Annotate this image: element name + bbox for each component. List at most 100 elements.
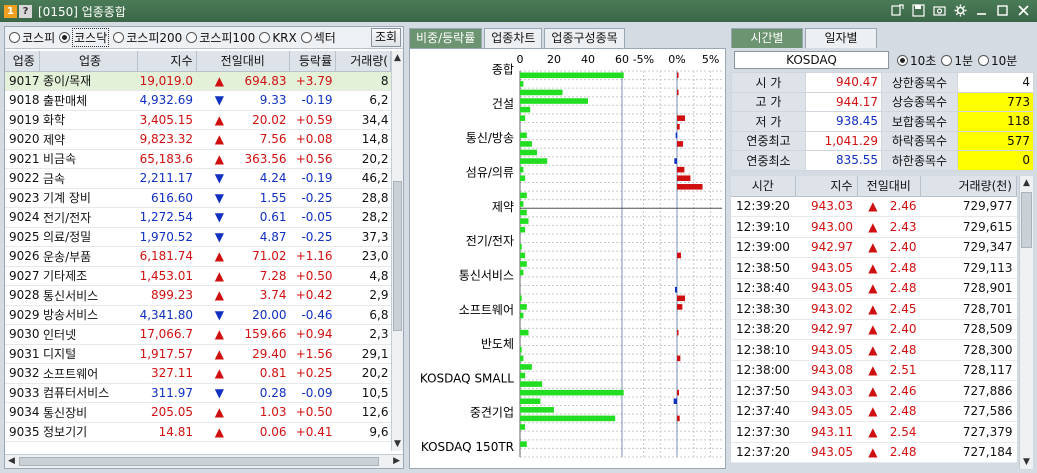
sector-row[interactable]: 9030 인터넷 17,066.7 ▲ 159.66 +0.94 2,3: [5, 324, 391, 345]
sector-change: 694.83: [242, 71, 290, 91]
header-index[interactable]: 지수: [137, 51, 197, 72]
tick-row[interactable]: 12:39:10 943.00 ▲ 2.43 729,615: [731, 216, 1017, 238]
sector-horizontal-scrollbar[interactable]: ◀ ▶: [5, 454, 403, 468]
sector-row[interactable]: 9021 비금속 65,183.6 ▲ 363.56 +0.56 20,2: [5, 149, 391, 169]
sector-row[interactable]: 9017 종이/목재 19,019.0 ▲ 694.83 +3.79 8: [5, 71, 391, 91]
tick-row[interactable]: 12:37:30 943.11 ▲ 2.54 727,379: [731, 421, 1017, 443]
sector-vertical-scrollbar[interactable]: ▲ ▼: [391, 51, 403, 451]
sector-row[interactable]: 9028 통신서비스 899.23 ▲ 3.74 +0.42 2,9: [5, 285, 391, 306]
sector-row[interactable]: 9027 기타제조 1,453.01 ▲ 7.28 +0.50 4,8: [5, 266, 391, 286]
sector-row[interactable]: 9023 기계 장비 616.60 ▼ 1.55 -0.25 28,8: [5, 188, 391, 208]
header-volume[interactable]: 거래량(: [335, 51, 391, 72]
tick-row[interactable]: 12:39:20 943.03 ▲ 2.46 729,977: [731, 196, 1017, 217]
sector-row[interactable]: 9019 화학 3,405.15 ▲ 20.02 +0.59 34,4: [5, 110, 391, 130]
tick-row[interactable]: 12:38:10 943.05 ▲ 2.48 728,300: [731, 339, 1017, 361]
minimize-icon[interactable]: [974, 3, 989, 18]
tick-row[interactable]: 12:37:20 943.05 ▲ 2.48 727,184: [731, 442, 1017, 463]
market-radio-1[interactable]: 코스닥: [59, 28, 110, 47]
sector-row[interactable]: 9033 컴퓨터서비스 311.97 ▼ 0.28 -0.09 10,5: [5, 383, 391, 403]
radio-dot-icon: [186, 32, 198, 43]
sector-row[interactable]: 9031 디지털 1,917.57 ▲ 29.40 +1.56 29,1: [5, 344, 391, 364]
rate-bar: [677, 329, 679, 336]
sector-volume: 20,2: [335, 149, 391, 169]
rate-bar: [677, 166, 685, 173]
tab-weight-rate[interactable]: 비중/등락률: [409, 28, 483, 48]
sector-code: 9021: [5, 149, 39, 169]
stats-row: 시 가 940.47 상한종목수 4: [731, 72, 1034, 93]
sector-change: 1.03: [242, 402, 290, 423]
sector-row[interactable]: 9034 통신장비 205.05 ▲ 1.03 +0.50 12,6: [5, 402, 391, 423]
weight-bar: [520, 252, 526, 259]
scroll-thumb[interactable]: [393, 181, 402, 331]
header-name[interactable]: 업종: [39, 51, 138, 72]
sector-row[interactable]: 9020 제약 9,823.32 ▲ 7.56 +0.08 14,8: [5, 129, 391, 150]
gear-icon[interactable]: [953, 3, 968, 18]
tick-row[interactable]: 12:38:20 942.97 ▲ 2.40 728,509: [731, 319, 1017, 340]
h-scroll-thumb[interactable]: [19, 457, 379, 466]
tab-sector-stocks[interactable]: 업종구성종목: [544, 28, 625, 48]
sector-row[interactable]: 9024 전기/전자 1,272.54 ▼ 0.61 -0.05 28,2: [5, 207, 391, 228]
close-icon[interactable]: [1016, 3, 1031, 18]
tab-by-date[interactable]: 일자별: [805, 28, 877, 48]
header-time[interactable]: 시간: [731, 176, 796, 197]
stat-count-label: 하락종목수: [881, 130, 958, 151]
stat-value: 944.17: [805, 91, 882, 112]
down-arrow-icon: ▼: [196, 383, 243, 403]
market-radio-5[interactable]: 섹터: [300, 29, 336, 46]
tick-row[interactable]: 12:39:00 942.97 ▲ 2.40 729,347: [731, 237, 1017, 258]
market-radio-2[interactable]: 코스피200: [113, 29, 182, 46]
sector-row[interactable]: 9032 소프트웨어 327.11 ▲ 0.81 +0.25 20,2: [5, 363, 391, 384]
sector-rate: -0.19: [289, 90, 336, 111]
camera-icon[interactable]: [932, 3, 947, 18]
scroll-down-icon[interactable]: ▼: [394, 439, 401, 449]
header-change[interactable]: 전일대비: [196, 51, 290, 72]
tab-sector-chart[interactable]: 업종차트: [484, 28, 543, 48]
header-tick-volume[interactable]: 거래량(천): [920, 176, 1017, 197]
stat-count-value: 4: [957, 72, 1034, 93]
market-radio-3[interactable]: 코스피100: [186, 29, 255, 46]
tick-time: 12:39:10: [731, 216, 795, 238]
tick-row[interactable]: 12:38:40 943.05 ▲ 2.48 728,901: [731, 278, 1017, 299]
sector-volume: 23,0: [335, 246, 391, 267]
sector-row[interactable]: 9022 금속 2,211.17 ▼ 4.24 -0.19 46,2: [5, 168, 391, 189]
weight-bar: [520, 175, 526, 182]
tick-change: 2.48: [888, 442, 921, 463]
sector-row[interactable]: 9018 출판매체 4,932.69 ▼ 9.33 -0.19 6,2: [5, 90, 391, 111]
tick-scroll-thumb[interactable]: [1021, 192, 1032, 248]
scroll-up-icon[interactable]: ▲: [394, 53, 401, 63]
tick-row[interactable]: 12:37:50 943.03 ▲ 2.46 727,886: [731, 380, 1017, 402]
header-code[interactable]: 업종: [5, 51, 40, 72]
tick-row[interactable]: 12:38:30 943.02 ▲ 2.45 728,701: [731, 298, 1017, 320]
interval-radio-2[interactable]: 10분: [978, 52, 1017, 69]
sector-row[interactable]: 9035 정보기기 14.81 ▲ 0.06 +0.41 9,6: [5, 422, 391, 442]
tick-row[interactable]: 12:37:40 943.05 ▲ 2.48 727,586: [731, 401, 1017, 422]
sector-row[interactable]: 9025 의료/정밀 1,970.52 ▼ 4.87 -0.25 37,3: [5, 227, 391, 247]
query-button[interactable]: 조회: [371, 28, 401, 47]
tab-by-time[interactable]: 시간별: [731, 28, 803, 48]
sector-table-header: 업종 업종 지수 전일대비 등락률 거래량(: [5, 51, 391, 72]
header-rate[interactable]: 등락률: [289, 51, 336, 72]
sector-code: 9019: [5, 110, 39, 130]
radio-label: 코스피200: [126, 31, 183, 45]
sector-row[interactable]: 9029 방송서비스 4,341.80 ▼ 20.00 -0.46 6,8: [5, 305, 391, 325]
sector-code: 9029: [5, 305, 39, 325]
header-tick-change[interactable]: 전일대비: [857, 176, 921, 197]
sector-row[interactable]: 9026 운송/부품 6,181.74 ▲ 71.02 +1.16 23,0: [5, 246, 391, 267]
scroll-right-icon[interactable]: ▶: [393, 456, 400, 466]
tick-row[interactable]: 12:38:50 943.05 ▲ 2.48 729,113: [731, 257, 1017, 279]
market-name-field[interactable]: KOSDAQ: [734, 51, 889, 69]
help-icon[interactable]: ?: [19, 4, 32, 18]
maximize-icon[interactable]: [995, 3, 1010, 18]
market-radio-4[interactable]: KRX: [259, 31, 297, 45]
tick-row[interactable]: 12:38:00 943.08 ▲ 2.51 728,117: [731, 360, 1017, 381]
interval-radio-1[interactable]: 1분: [941, 52, 973, 69]
interval-radio-0[interactable]: 10초: [897, 52, 936, 69]
header-tick-index[interactable]: 지수: [795, 176, 858, 197]
scroll-left-icon[interactable]: ◀: [8, 456, 15, 466]
tick-vertical-scrollbar[interactable]: ▲ ▼: [1019, 176, 1033, 469]
scroll-down-icon[interactable]: ▼: [1023, 457, 1030, 467]
market-radio-0[interactable]: 코스피: [9, 29, 55, 46]
scroll-up-icon[interactable]: ▲: [1023, 178, 1030, 188]
link-icon[interactable]: [890, 3, 905, 18]
save-icon[interactable]: [911, 3, 926, 18]
